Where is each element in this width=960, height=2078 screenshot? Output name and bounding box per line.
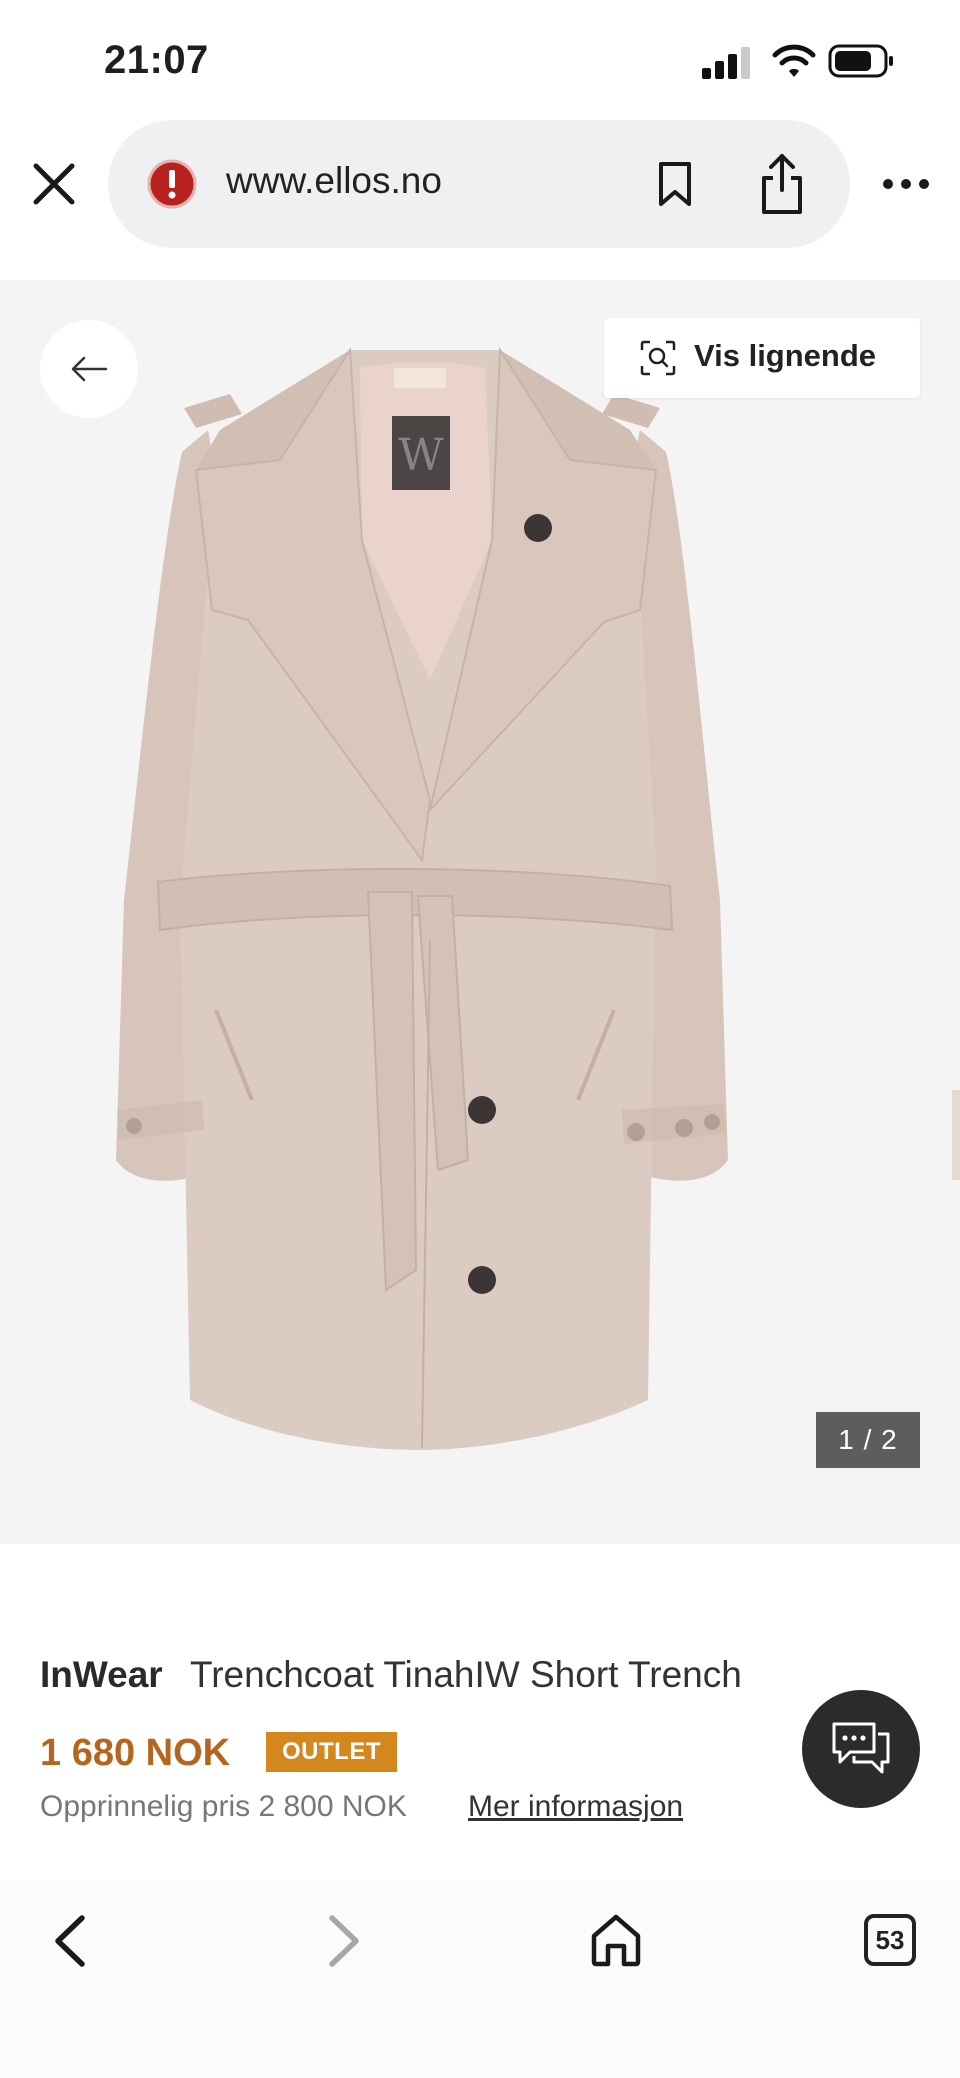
chat-button[interactable] xyxy=(802,1690,920,1808)
tabs-icon[interactable]: 53 xyxy=(864,1914,916,1966)
battery-icon xyxy=(828,44,893,78)
product-price: 1 680 NOK xyxy=(40,1732,231,1774)
url-bar[interactable] xyxy=(108,120,850,248)
product-image-gallery[interactable]: W Vis lignende 1 / 2 xyxy=(0,280,960,1544)
image-back-button[interactable] xyxy=(40,320,138,418)
product-name: Trenchcoat TinahIW Short Trench xyxy=(190,1654,742,1695)
visual-search-icon xyxy=(640,340,676,376)
outlet-badge: OUTLET xyxy=(266,1732,397,1772)
status-time: 21:07 xyxy=(104,38,209,82)
product-image: W xyxy=(116,346,728,1450)
more-icon[interactable] xyxy=(882,170,930,198)
chat-icon xyxy=(832,1722,890,1774)
svg-text:W: W xyxy=(398,430,444,481)
close-icon[interactable] xyxy=(30,160,78,208)
bottom-toolbar xyxy=(0,1880,960,2078)
original-price: Opprinnelig pris 2 800 NOK xyxy=(40,1790,407,1823)
url-text[interactable]: www.ellos.no xyxy=(226,160,442,202)
share-icon[interactable] xyxy=(758,152,806,216)
home-icon[interactable] xyxy=(590,1912,642,1968)
next-image-peek[interactable] xyxy=(952,1090,960,1180)
forward-arrow-icon[interactable] xyxy=(322,1912,366,1970)
signal-icon xyxy=(702,47,750,79)
show-similar-label: Vis lignende xyxy=(694,338,877,373)
image-counter: 1 / 2 xyxy=(816,1412,920,1468)
bookmark-icon[interactable] xyxy=(652,160,698,208)
left-arrow-icon xyxy=(71,356,108,382)
show-similar-button[interactable]: Vis lignende xyxy=(604,318,920,398)
more-info-link[interactable]: Mer informasjon xyxy=(468,1790,683,1824)
wifi-icon xyxy=(772,44,816,77)
back-arrow-icon[interactable] xyxy=(48,1912,92,1970)
product-brand[interactable]: InWear xyxy=(40,1654,163,1696)
warning-icon[interactable] xyxy=(146,158,198,210)
